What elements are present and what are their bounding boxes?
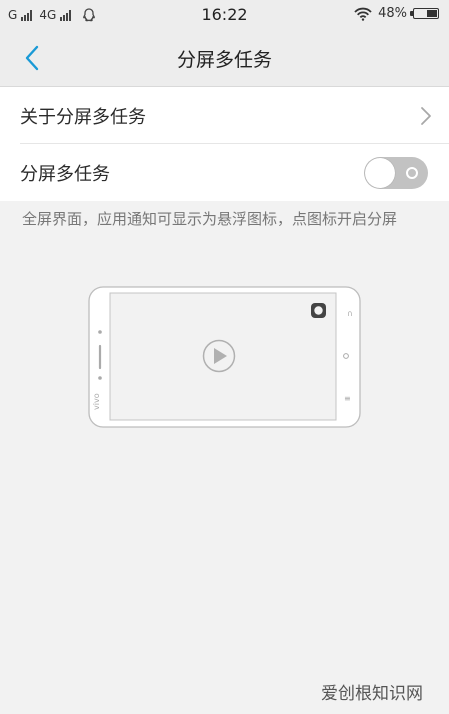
settings-card: 关于分屏多任务 分屏多任务 (0, 87, 449, 201)
about-label: 关于分屏多任务 (20, 107, 146, 128)
status-right: 48% (354, 6, 439, 21)
toggle-off-ring-icon (406, 167, 418, 179)
chevron-right-icon (421, 107, 431, 125)
description-text: 全屏界面，应用通知可显示为悬浮图标，点图标开启分屏 (22, 210, 398, 228)
wifi-icon (354, 7, 372, 21)
split-screen-toggle[interactable] (364, 157, 428, 189)
toggle-knob (365, 158, 395, 188)
svg-text:vivo: vivo (92, 393, 101, 410)
landscape-phone-illustration: vivo ∩ ≡ (88, 286, 361, 428)
watermark-text: 爱创根知识网 (321, 684, 423, 704)
svg-text:∩: ∩ (347, 309, 353, 318)
status-bar: G 4G 16:22 48% (0, 0, 449, 30)
floating-bubble-icon (311, 303, 326, 318)
page-title: 分屏多任务 (176, 49, 272, 71)
about-row[interactable]: 关于分屏多任务 (0, 87, 449, 144)
nav-bar: 分屏多任务 (0, 30, 449, 87)
battery-percent: 48% (378, 6, 407, 21)
svg-text:≡: ≡ (344, 394, 351, 403)
toggle-label: 分屏多任务 (20, 164, 110, 185)
battery-icon (410, 8, 439, 19)
toggle-row: 分屏多任务 (0, 144, 449, 201)
